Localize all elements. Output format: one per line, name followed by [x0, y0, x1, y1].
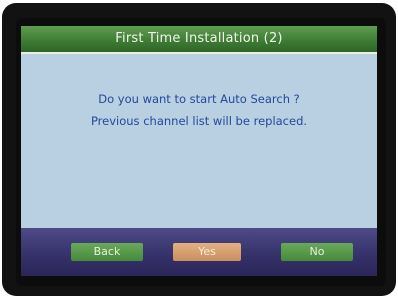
button-bar: Back Yes No [21, 228, 377, 276]
dialog-message: Do you want to start Auto Search ? Previ… [21, 88, 377, 132]
message-line-2: Previous channel list will be replaced. [90, 114, 308, 128]
back-button[interactable]: Back [71, 243, 143, 261]
no-button[interactable]: No [281, 243, 353, 261]
tv-frame: First Time Installation (2) Do you want … [0, 0, 398, 299]
installation-dialog: First Time Installation (2) Do you want … [21, 26, 377, 276]
tv-screen: First Time Installation (2) Do you want … [16, 18, 386, 286]
message-line-1: Do you want to start Auto Search ? [98, 92, 300, 106]
screen-bezel: First Time Installation (2) Do you want … [2, 3, 396, 296]
dialog-title: First Time Installation (2) [21, 26, 377, 54]
yes-button[interactable]: Yes [173, 243, 241, 261]
